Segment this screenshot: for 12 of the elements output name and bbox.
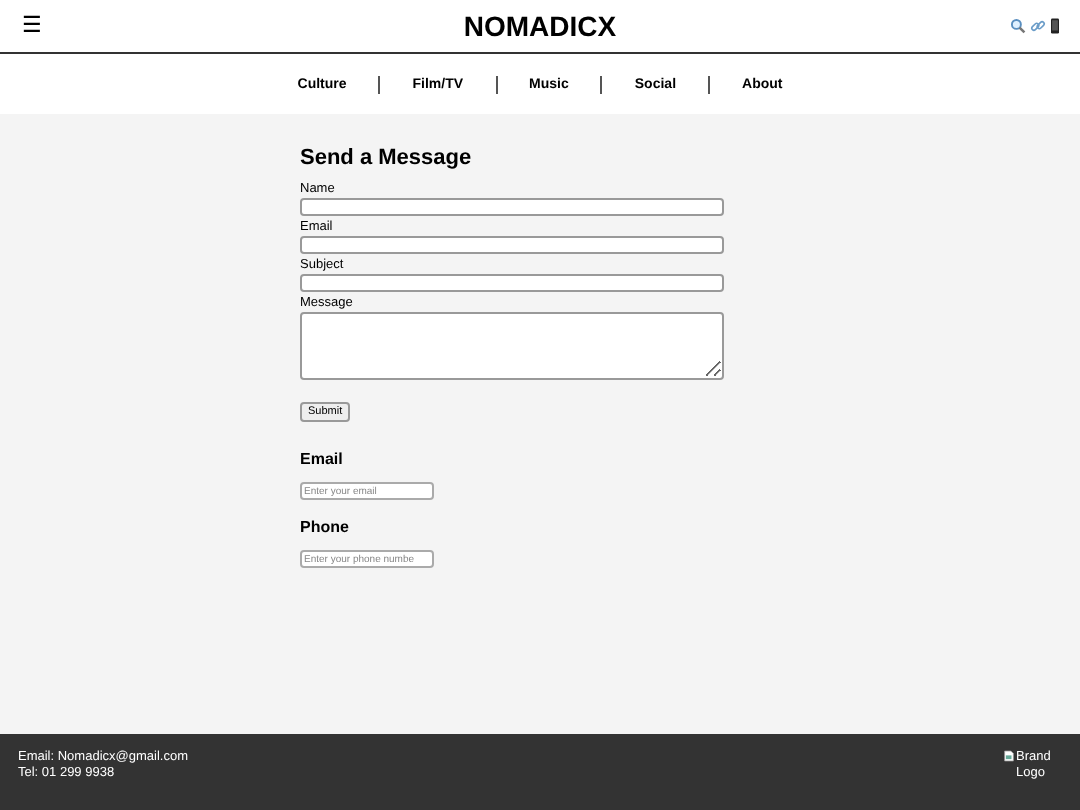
site-title[interactable]: NOMADICX — [463, 10, 617, 42]
message-field[interactable] — [300, 312, 724, 380]
search-icon[interactable] — [1010, 18, 1026, 34]
broken-image-icon — [1004, 750, 1014, 762]
input-field[interactable] — [300, 236, 724, 254]
input-field[interactable] — [300, 274, 724, 292]
section-heading: Email — [300, 450, 345, 468]
menu-icon[interactable]: ☰ — [22, 14, 42, 38]
section-heading: Phone — [300, 518, 351, 536]
form-heading: Send a Message — [300, 146, 474, 170]
input-field[interactable] — [300, 198, 724, 216]
phone-icon[interactable] — [1050, 18, 1060, 34]
